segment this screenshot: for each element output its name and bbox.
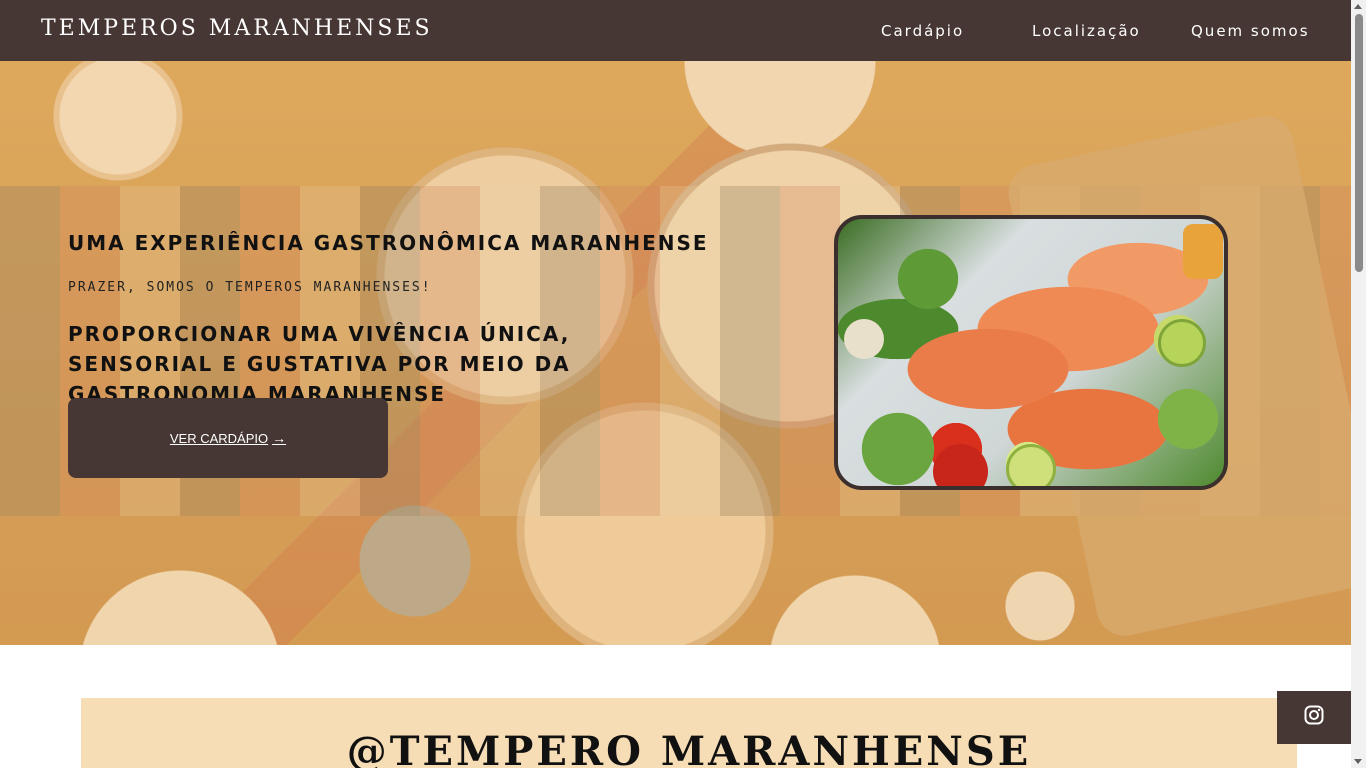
- nav-link-quem-somos[interactable]: Quem somos: [1191, 22, 1310, 40]
- shrimp-dish-image: [834, 215, 1228, 490]
- hero-section: UMA EXPERIÊNCIA GASTRONÔMICA MARANHENSE …: [0, 61, 1351, 645]
- ver-cardapio-button[interactable]: VER CARDÁPIO →: [68, 398, 388, 478]
- hero-description: PROPORCIONAR UMA VIVÊNCIA ÚNICA, SENSORI…: [68, 322, 571, 406]
- hero-subtitle: PRAZER, SOMOS O TEMPEROS MARANHENSES!: [68, 280, 432, 295]
- onion-shape: [844, 319, 884, 359]
- nav-link-cardapio[interactable]: Cardápio: [881, 22, 964, 40]
- instagram-float-button[interactable]: [1277, 691, 1351, 744]
- scroll-thumb[interactable]: [1355, 14, 1363, 272]
- tomato-shape: [933, 444, 988, 486]
- scroll-up-icon[interactable]: [1354, 4, 1362, 9]
- nav-link-localizacao[interactable]: Localização: [1032, 22, 1141, 40]
- instagram-icon: [1304, 705, 1324, 730]
- instagram-handle[interactable]: @TEMPERO MARANHENSE: [81, 728, 1297, 768]
- lime-slice-shape: [1006, 444, 1056, 486]
- arrow-right-icon: →: [272, 430, 287, 446]
- ver-cardapio-label: VER CARDÁPIO: [169, 430, 269, 446]
- navbar: TEMPEROS MARANHENSES Cardápio Localizaçã…: [0, 0, 1351, 61]
- page-scrollbar[interactable]: [1351, 0, 1366, 768]
- sauce-bowl-shape: [1183, 224, 1223, 279]
- hero-title: UMA EXPERIÊNCIA GASTRONÔMICA MARANHENSE: [68, 231, 709, 255]
- lime-slice-shape: [1158, 319, 1206, 367]
- brand-logo-text[interactable]: TEMPEROS MARANHENSES: [41, 16, 433, 41]
- scroll-down-icon[interactable]: [1354, 759, 1362, 764]
- instagram-section: @TEMPERO MARANHENSE: [81, 698, 1297, 768]
